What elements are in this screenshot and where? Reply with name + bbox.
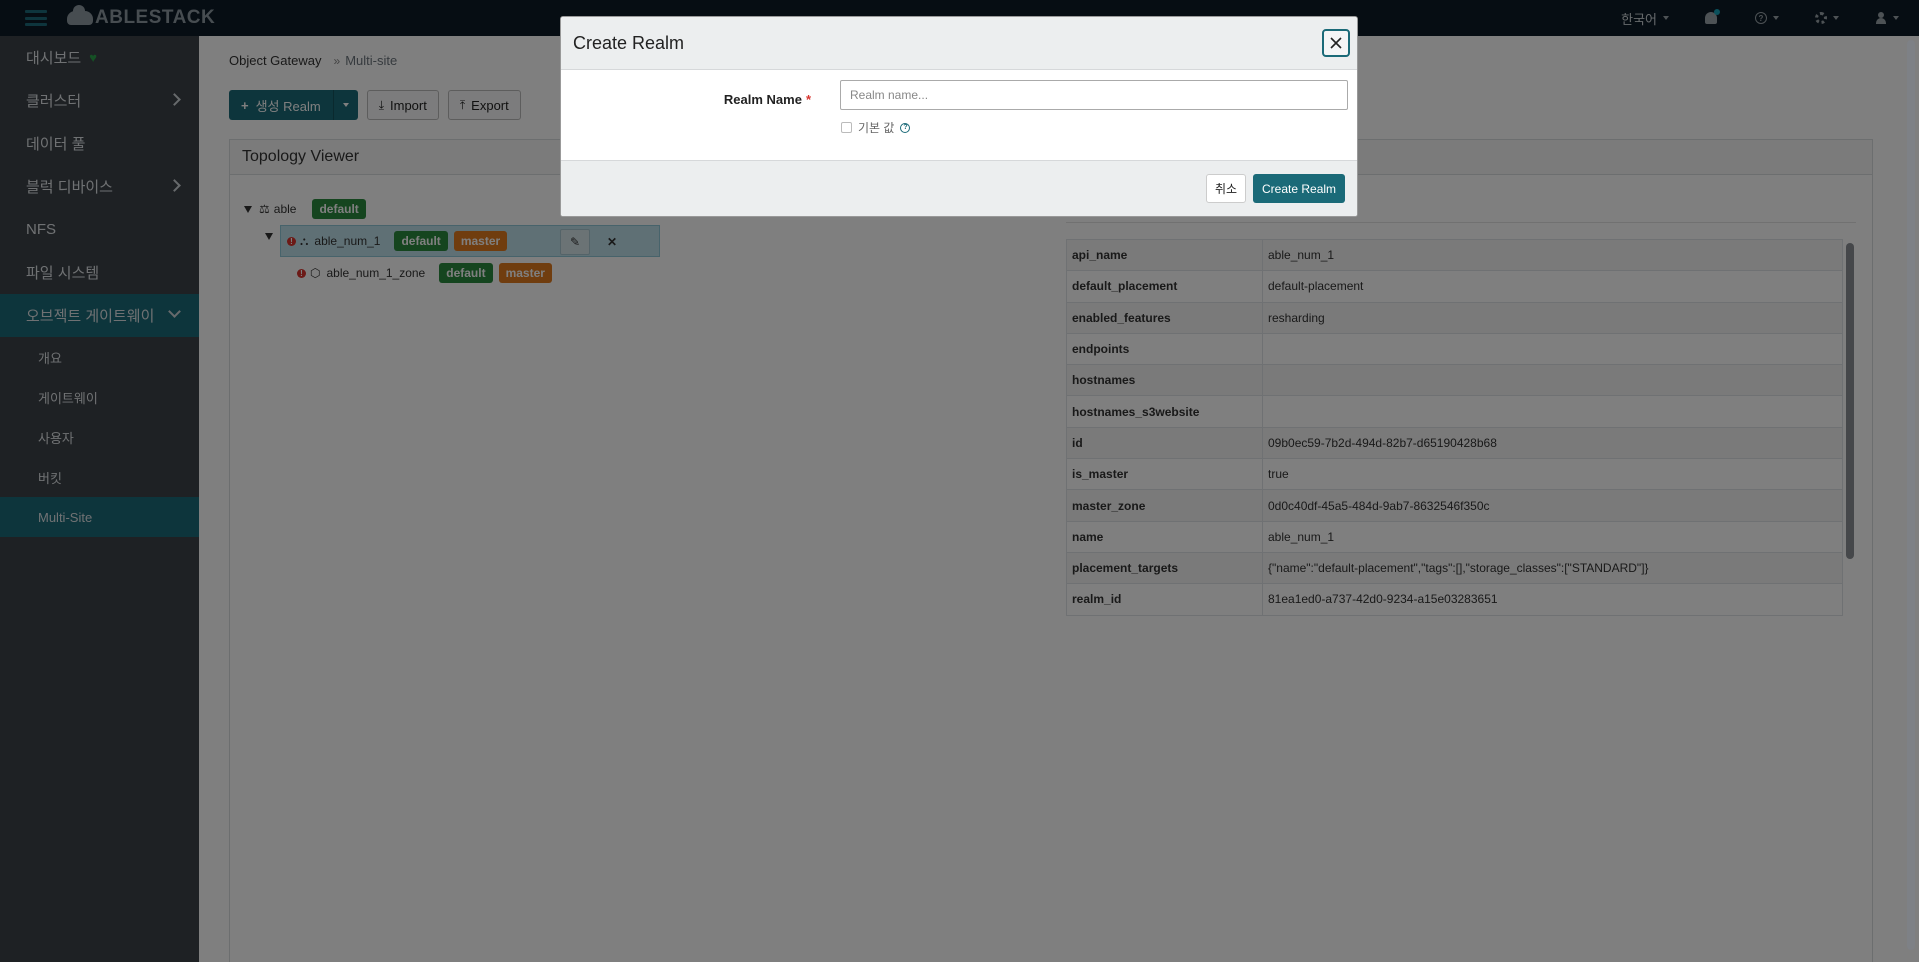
create-realm-modal: Create Realm Realm Name* 기본 값 ? 취소 Creat… [560, 16, 1358, 217]
page-scrollbar[interactable] [1907, 40, 1915, 950]
modal-title: Create Realm [573, 32, 685, 53]
modal-body: Realm Name* 기본 값 ? [561, 70, 1357, 162]
default-checkbox-row: 기본 값 ? [841, 119, 911, 136]
default-checkbox-label[interactable]: 기본 값 [858, 119, 894, 136]
realm-name-label-text: Realm Name [723, 92, 802, 107]
realm-name-input[interactable] [840, 80, 1348, 110]
modal-footer: 취소 Create Realm [561, 160, 1357, 216]
modal-header: Create Realm [561, 17, 1357, 70]
create-realm-submit-button[interactable]: Create Realm [1253, 174, 1346, 203]
modal-close-button[interactable] [1322, 29, 1350, 57]
default-checkbox[interactable] [841, 122, 852, 133]
cancel-button[interactable]: 취소 [1206, 174, 1247, 203]
help-question-icon[interactable]: ? [900, 122, 911, 133]
close-icon [1330, 37, 1342, 49]
realm-name-label: Realm Name * [561, 92, 811, 107]
required-marker: * [805, 92, 811, 107]
